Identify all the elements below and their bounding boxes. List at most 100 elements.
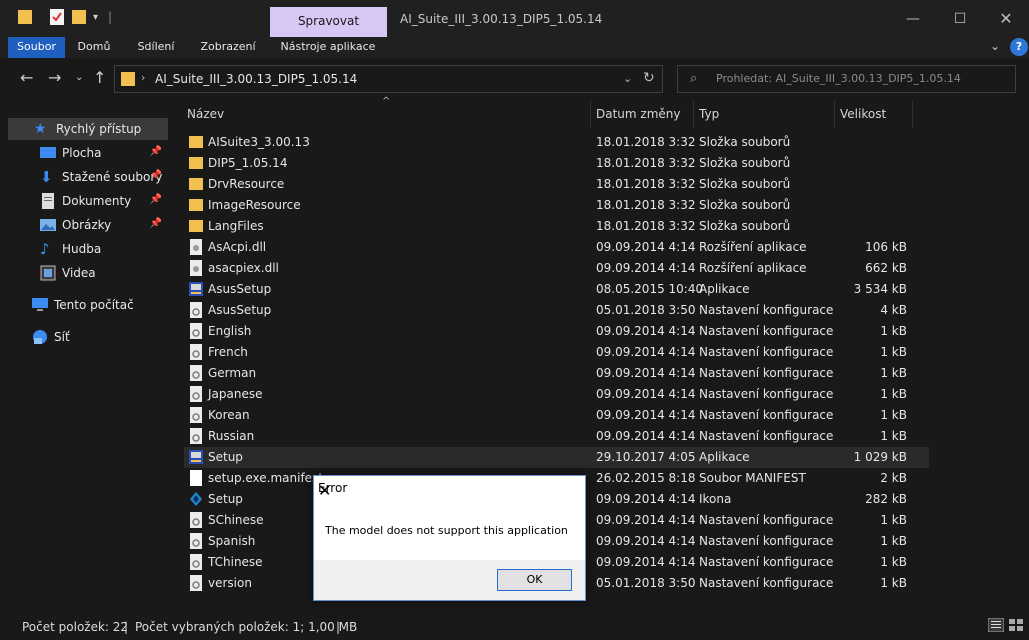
dll-icon <box>188 260 204 276</box>
sidebar-item-desktop[interactable]: Plocha 📌 <box>8 142 168 164</box>
config-icon <box>188 575 204 591</box>
help-icon[interactable]: ? <box>1010 38 1028 56</box>
file-date: 09.09.2014 4:14 <box>596 261 696 275</box>
file-date: 09.09.2014 4:14 <box>596 387 696 401</box>
file-name: DrvResource <box>208 177 285 191</box>
tab-zobrazeni[interactable]: Zobrazení <box>194 37 262 58</box>
tab-nastroje-aplikace[interactable]: Nástroje aplikace <box>274 37 382 58</box>
file-row[interactable]: DrvResource 18.01.2018 3:32 Složka souborů <box>184 174 929 195</box>
search-box[interactable]: ⌕ Prohledat: AI_Suite_III_3.00.13_DIP5_1… <box>677 65 1016 93</box>
file-date: 09.09.2014 4:14 <box>596 429 696 443</box>
file-size: 1 kB <box>880 324 907 338</box>
tab-sdileni[interactable]: Sdílení <box>130 37 182 58</box>
separator: | <box>124 620 129 634</box>
properties-icon[interactable] <box>50 9 64 28</box>
file-name: LangFiles <box>208 219 264 233</box>
sidebar-item-network[interactable]: Síť <box>8 326 168 348</box>
pin-icon[interactable]: 📌 <box>150 218 162 229</box>
forward-arrow-icon[interactable]: → <box>48 68 61 87</box>
file-size: 1 kB <box>880 345 907 359</box>
file-date: 09.09.2014 4:14 <box>596 492 696 506</box>
file-row[interactable]: Japanese 09.09.2014 4:14 Nastavení konfigu… <box>184 384 929 405</box>
file-row[interactable]: DIP5_1.05.14 18.01.2018 3:32 Složka soubor… <box>184 153 929 174</box>
file-type: Nastavení konfigurace <box>699 387 834 401</box>
error-dialog: Error ✕ The model does not support this … <box>313 475 586 601</box>
file-type: Rozšíření aplikace <box>699 261 807 275</box>
file-row[interactable]: English 09.09.2014 4:14 Nastavení konfigur… <box>184 321 929 342</box>
back-arrow-icon[interactable]: ← <box>20 68 33 87</box>
file-row[interactable]: Setup 29.10.2017 4:05 Aplikace 1 029 kB <box>184 447 929 468</box>
file-row[interactable]: AsusSetup 08.05.2015 10:40 Aplikace 3 534 k… <box>184 279 929 300</box>
dialog-message: The model does not support this applicat… <box>325 524 568 537</box>
breadcrumb[interactable]: AI_Suite_III_3.00.13_DIP5_1.05.14 <box>155 72 357 86</box>
sidebar-item-pictures[interactable]: Obrázky 📌 <box>8 214 168 236</box>
computer-icon <box>32 297 48 313</box>
large-icons-view-icon[interactable] <box>1008 618 1024 635</box>
sidebar-item-documents[interactable]: Dokumenty 📌 <box>8 190 168 212</box>
ok-button[interactable]: OK <box>497 569 572 591</box>
file-size: 282 kB <box>865 492 907 506</box>
tab-soubor[interactable]: Soubor <box>8 37 65 58</box>
sidebar-item-this-pc[interactable]: Tento počítač <box>8 294 168 316</box>
new-folder-icon[interactable] <box>72 9 86 28</box>
pin-icon[interactable]: 📌 <box>150 170 162 181</box>
file-size: 2 kB <box>880 471 907 485</box>
file-type: Složka souborů <box>699 177 791 191</box>
file-row[interactable]: German 09.09.2014 4:14 Nastavení konfigura… <box>184 363 929 384</box>
setup-icon <box>188 449 204 465</box>
desktop-icon <box>40 145 56 161</box>
details-view-icon[interactable] <box>987 617 1005 635</box>
search-input[interactable]: Prohledat: AI_Suite_III_3.00.13_DIP5_1.0… <box>716 72 961 85</box>
sidebar-item-videos[interactable]: Videa <box>8 262 168 284</box>
music-icon: ♪ <box>40 240 50 258</box>
column-type[interactable]: Typ <box>694 100 835 128</box>
file-row[interactable]: Russian 09.09.2014 4:14 Nastavení konfigur… <box>184 426 929 447</box>
folder-icon <box>188 134 204 150</box>
file-date: 18.01.2018 3:32 <box>596 177 696 191</box>
file-type: Aplikace <box>699 282 750 296</box>
file-row[interactable]: LangFiles 18.01.2018 3:32 Složka souborů <box>184 216 929 237</box>
dialog-close-icon[interactable]: ✕ <box>318 481 577 500</box>
file-row[interactable]: AsusSetup 05.01.2018 3:50 Nastavení konfig… <box>184 300 929 321</box>
separator: | <box>336 620 341 634</box>
file-type: Nastavení konfigurace <box>699 303 834 317</box>
customize-toolbar-icon[interactable]: ▾ <box>93 12 98 23</box>
sidebar-item-music[interactable]: ♪ Hudba <box>8 238 168 260</box>
recent-locations-icon[interactable]: ⌄ <box>75 72 83 83</box>
sidebar-item-label: Rychlý přístup <box>56 122 142 136</box>
file-row[interactable]: Korean 09.09.2014 4:14 Nastavení konfigura… <box>184 405 929 426</box>
tab-domu[interactable]: Domů <box>70 37 118 58</box>
address-bar[interactable]: › AI_Suite_III_3.00.13_DIP5_1.05.14 ⌄ ↻ <box>114 65 663 93</box>
breadcrumb-separator-icon[interactable]: › <box>141 71 145 84</box>
sidebar-item-downloads[interactable]: ⬇ Stažené soubory 📌 <box>8 166 168 188</box>
file-type: Nastavení konfigurace <box>699 513 834 527</box>
sidebar-item-quick-access[interactable]: ★ Rychlý přístup <box>8 118 168 140</box>
address-dropdown-icon[interactable]: ⌄ <box>623 72 632 85</box>
file-type: Nastavení konfigurace <box>699 534 834 548</box>
file-name: TChinese <box>208 555 263 569</box>
column-date[interactable]: Datum změny <box>591 100 694 128</box>
ribbon-collapse-icon[interactable]: ⌄ <box>990 39 1000 53</box>
pin-icon[interactable]: 📌 <box>150 194 162 205</box>
up-arrow-icon[interactable]: ↑ <box>93 68 106 87</box>
tab-spravovat[interactable]: Spravovat <box>270 7 387 37</box>
file-row[interactable]: ImageResource 18.01.2018 3:32 Složka soubo… <box>184 195 929 216</box>
sidebar-item-label: Síť <box>54 330 70 344</box>
file-row[interactable]: asacpiex.dll 09.09.2014 4:14 Rozšíření apl… <box>184 258 929 279</box>
pin-icon[interactable]: 📌 <box>150 146 162 157</box>
file-date: 09.09.2014 4:14 <box>596 240 696 254</box>
refresh-icon[interactable]: ↻ <box>643 70 655 86</box>
column-size[interactable]: Velikost <box>835 100 913 128</box>
file-type: Aplikace <box>699 450 750 464</box>
column-name[interactable]: Název <box>182 100 591 128</box>
file-row[interactable]: AISuite3_3.00.13 18.01.2018 3:32 Složka so… <box>184 132 929 153</box>
file-size: 4 kB <box>880 303 907 317</box>
file-row[interactable]: French 09.09.2014 4:14 Nastavení konfigura… <box>184 342 929 363</box>
search-icon: ⌕ <box>690 71 698 86</box>
file-row[interactable]: AsAcpi.dll 09.09.2014 4:14 Rozšíření aplik… <box>184 237 929 258</box>
close-button[interactable]: ✕ <box>983 0 1029 37</box>
minimize-button[interactable]: — <box>890 0 936 37</box>
file-date: 18.01.2018 3:32 <box>596 135 696 149</box>
file-date: 09.09.2014 4:14 <box>596 513 696 527</box>
maximize-button[interactable]: ☐ <box>937 0 983 37</box>
